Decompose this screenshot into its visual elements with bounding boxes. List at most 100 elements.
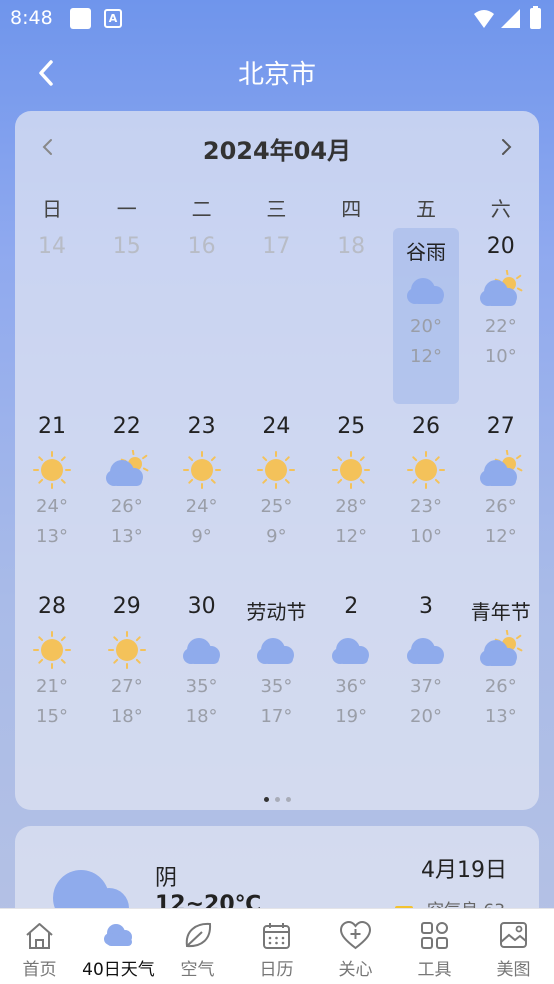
low-temp: 15°	[36, 706, 68, 727]
day-label: 青年节	[470, 600, 531, 624]
high-temp: 21°	[36, 676, 68, 697]
calendar-day[interactable]: 25 28° 12°	[318, 408, 384, 584]
calendar-day[interactable]: 17	[243, 228, 309, 404]
calendar-day[interactable]: 22 26° 13°	[94, 408, 160, 584]
low-temp: 18°	[185, 706, 218, 727]
calendar-day[interactable]: 23 24° 9°	[169, 408, 235, 584]
tab-leaf[interactable]: 空气	[158, 909, 237, 984]
low-temp: 12°	[335, 526, 368, 547]
high-temp: 27°	[110, 676, 143, 697]
keyboard-notification-icon: A	[104, 9, 122, 28]
calendar-card: 2024年04月 日 一 二 三 四 五 六 14 15 16 17 18 谷雨 20° 12° 20 2…	[15, 111, 539, 810]
header: 北京市	[0, 38, 554, 108]
calendar-day[interactable]: 26 23° 10°	[393, 408, 459, 584]
cloud-icon	[332, 638, 370, 664]
calendar-day[interactable]: 青年节 26° 13°	[468, 588, 534, 764]
high-temp: 25°	[260, 496, 293, 517]
weekday-label: 二	[191, 197, 212, 221]
high-temp: 28°	[335, 496, 368, 517]
page-dot[interactable]	[274, 797, 280, 802]
day-label: 17	[262, 234, 291, 259]
month-nav: 2024年04月	[15, 111, 539, 183]
sun-icon	[107, 631, 146, 669]
low-temp: 20°	[410, 706, 442, 727]
status-time: 8:48	[10, 7, 53, 29]
grid-icon	[421, 922, 448, 949]
tab-picture[interactable]: 美图	[474, 909, 553, 984]
day-label: 劳动节	[246, 600, 307, 624]
sun-icon	[33, 631, 71, 669]
high-temp: 22°	[484, 316, 517, 337]
calendar-day[interactable]: 24 25° 9°	[243, 408, 309, 584]
page-dot[interactable]	[263, 797, 269, 802]
low-temp: 19°	[335, 706, 368, 727]
low-temp: 18°	[110, 706, 143, 727]
day-label: 15	[112, 234, 141, 259]
page-indicator	[15, 787, 539, 802]
tab-label: 40日天气	[82, 960, 155, 980]
page-dot[interactable]	[285, 797, 291, 802]
tab-label: 关心	[338, 960, 373, 980]
weekday-label: 日	[42, 197, 62, 221]
calendar-day[interactable]: 27 26° 12°	[468, 408, 534, 584]
calendar-day[interactable]: 2 36° 19°	[318, 588, 384, 764]
low-temp: 9°	[191, 526, 212, 547]
signal-battery-icons	[474, 6, 541, 29]
high-temp: 23°	[410, 496, 442, 517]
high-temp: 20°	[410, 316, 442, 337]
partly-cloudy-icon	[479, 630, 523, 666]
day-label: 24	[262, 414, 291, 439]
high-temp: 24°	[185, 496, 218, 517]
day-label: 16	[187, 234, 216, 259]
high-temp: 35°	[185, 676, 218, 697]
weekday-label: 一	[116, 197, 137, 221]
high-temp: 26°	[484, 496, 517, 517]
calendar-day[interactable]: 20 22° 10°	[468, 228, 534, 404]
weekday-header: 日一二三四五六	[15, 193, 539, 223]
picture-icon	[500, 922, 527, 948]
bottom-tab-bar: 首页 40日天气 空气 日历 关心 工具 美图	[0, 908, 554, 984]
calendar-day[interactable]: 29 27° 18°	[94, 588, 160, 764]
low-temp: 10°	[484, 346, 517, 367]
tab-label: 空气	[180, 960, 215, 980]
tab-home[interactable]: 首页	[0, 909, 79, 984]
day-label: 谷雨	[406, 240, 446, 264]
tab-label: 日历	[259, 960, 294, 980]
calendar-day[interactable]: 15	[94, 228, 160, 404]
day-label: 2	[344, 594, 359, 619]
calendar-day[interactable]: 16	[169, 228, 235, 404]
low-temp: 12°	[410, 346, 442, 367]
home-icon	[26, 923, 53, 949]
day-label: 22	[112, 414, 141, 439]
tab-cloud[interactable]: 40日天气	[79, 909, 158, 984]
weather-condition: 阴	[155, 866, 178, 891]
calendar-day[interactable]: 3 37° 20°	[393, 588, 459, 764]
high-temp: 36°	[335, 676, 368, 697]
selected-date: 4月19日	[421, 858, 507, 883]
page-title: 北京市	[237, 60, 316, 90]
partly-cloudy-icon	[479, 450, 523, 486]
low-temp: 9°	[266, 526, 287, 547]
day-label: 18	[337, 234, 366, 259]
day-label: 29	[112, 594, 141, 619]
calendar-day[interactable]: 30 35° 18°	[169, 588, 235, 764]
calendar-day[interactable]: 18	[318, 228, 384, 404]
tab-grid[interactable]: 工具	[395, 909, 474, 984]
next-month-icon[interactable]	[493, 133, 519, 161]
day-label: 25	[337, 414, 366, 439]
tab-heart-plus[interactable]: 关心	[316, 909, 395, 984]
partly-cloudy-icon	[479, 270, 523, 306]
weekday-label: 六	[490, 197, 511, 221]
calendar-day[interactable]: 14	[19, 228, 85, 404]
cloud-icon	[104, 924, 132, 946]
calendar-day[interactable]: 劳动节 35° 17°	[243, 588, 309, 764]
sun-icon	[407, 451, 445, 489]
calendar-day[interactable]: 谷雨 20° 12°	[393, 228, 459, 404]
tab-calendar[interactable]: 日历	[237, 909, 316, 984]
cloud-icon	[407, 638, 444, 664]
day-label: 23	[187, 414, 216, 439]
calendar-day[interactable]: 28 21° 15°	[19, 588, 85, 764]
partly-cloudy-icon	[105, 450, 149, 486]
weekday-label: 四	[341, 197, 362, 221]
calendar-day[interactable]: 21 24° 13°	[19, 408, 85, 584]
